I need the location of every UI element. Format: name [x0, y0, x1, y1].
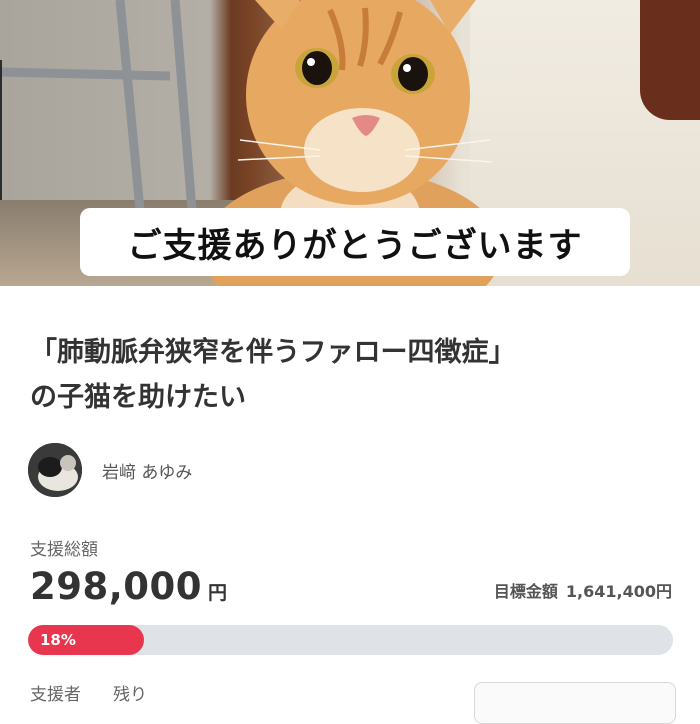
progress-fill: 18% — [28, 625, 145, 655]
goal-amount: 目標金額 1,641,400円 — [494, 578, 672, 602]
hero-caption: ご支援ありがとうございます — [80, 208, 630, 276]
goal-value: 1,641,400円 — [565, 582, 672, 601]
total-label: 支援総額 — [30, 540, 98, 560]
goal-label: 目標金額 — [493, 582, 558, 601]
hero-image: ご支援ありがとうございます — [0, 0, 700, 286]
author-name[interactable]: 岩﨑 あゆみ — [102, 458, 192, 483]
support-action-box[interactable] — [474, 682, 676, 724]
project-title: 「肺動脈弁狭窄を伴うファロー四徴症」 の子猫を助けたい — [30, 330, 670, 420]
supporters-label: 支援者 — [30, 685, 81, 705]
stats-row: 支援者 残り — [30, 680, 147, 705]
project-title-line2: の子猫を助けたい — [30, 382, 246, 413]
funding-summary: 298,000 円 目標金額 1,641,400円 — [30, 562, 675, 610]
project-title-line1: 「肺動脈弁狭窄を伴うファロー四徴症」 — [30, 337, 516, 368]
currency-unit: 円 — [208, 582, 228, 604]
author-row[interactable]: 岩﨑 あゆみ — [28, 443, 192, 497]
remaining-label: 残り — [113, 685, 147, 705]
total-amount: 298,000 円 — [30, 565, 228, 608]
avatar[interactable] — [28, 443, 82, 497]
progress-bar: 18% — [28, 625, 673, 655]
total-amount-value: 298,000 — [30, 565, 203, 608]
progress-percent: 18% — [40, 631, 76, 649]
